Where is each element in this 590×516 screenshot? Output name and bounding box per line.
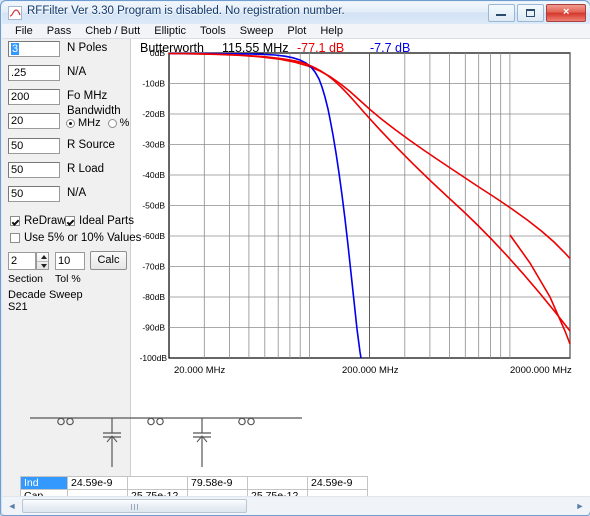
ripple-input[interactable]: .25: [8, 65, 60, 81]
bandwidth-percent-label: %: [119, 117, 130, 129]
svg-text:2000.000 MHz: 2000.000 MHz: [510, 365, 572, 376]
cell-value[interactable]: 24.59e-9: [67, 476, 128, 490]
client-area: 3 N Poles .25 N/A 200 Fo MHz 20 Bandwidt…: [2, 39, 590, 496]
ripple-label: N/A: [67, 66, 87, 78]
parameter-status: S21: [8, 301, 28, 313]
checkbox-icon: [10, 216, 20, 226]
extra-label: N/A: [67, 187, 87, 199]
menu-item-file[interactable]: File: [8, 25, 40, 38]
window-title: RFFilter Ver 3.30 Program is disabled. N…: [27, 5, 345, 17]
window-controls: ×: [488, 4, 586, 22]
chevron-down-icon: [41, 264, 47, 268]
scroll-right-icon[interactable]: ►: [573, 499, 587, 513]
fo-input[interactable]: 200: [8, 89, 60, 105]
svg-text:-100dB: -100dB: [140, 353, 168, 363]
section-input[interactable]: 2: [8, 252, 36, 270]
tolerance-input[interactable]: 10: [55, 252, 85, 270]
component-table[interactable]: Ind 24.59e-9 79.58e-9 24.59e-9 Cap 25.75…: [20, 476, 368, 496]
inductor-1-icon: [57, 417, 74, 426]
sweep-mode-status: Decade Sweep: [8, 289, 83, 301]
svg-text:-20dB: -20dB: [142, 109, 165, 119]
minimize-button[interactable]: [488, 4, 515, 22]
menu-item-cheb-butt[interactable]: Cheb / Butt: [78, 25, 147, 38]
redraw-label: ReDraw: [24, 215, 66, 227]
svg-text:-70dB: -70dB: [142, 262, 165, 272]
row-type-label: Ind: [20, 476, 68, 490]
close-button[interactable]: ×: [546, 4, 586, 22]
section-stepper[interactable]: [36, 252, 49, 270]
svg-text:20.000 MHz: 20.000 MHz: [174, 365, 225, 376]
bandwidth-input[interactable]: 20: [8, 113, 60, 129]
inductor-3-icon: [238, 417, 255, 426]
svg-text:0dB: 0dB: [150, 48, 165, 58]
cell-value[interactable]: [127, 476, 188, 490]
tolerance-caption: Tol %: [55, 273, 81, 285]
r-load-input[interactable]: 50: [8, 162, 60, 178]
use-tolerance-values-checkbox[interactable]: Use 5% or 10% Values: [10, 232, 141, 244]
scrollbar-grip-icon: [130, 504, 139, 510]
bandwidth-mhz-label: MHz: [78, 117, 101, 129]
horizontal-scrollbar[interactable]: ◄ ►: [2, 496, 590, 515]
minimize-icon: [496, 14, 506, 16]
menu-item-elliptic[interactable]: Elliptic: [147, 25, 193, 38]
title-bar: RFFilter Ver 3.30 Program is disabled. N…: [2, 2, 590, 24]
svg-text:200.000 MHz: 200.000 MHz: [342, 365, 399, 376]
bandwidth-label: Bandwidth: [67, 105, 121, 117]
menu-bar: File Pass Cheb / Butt Elliptic Tools Swe…: [2, 24, 590, 39]
cell-value[interactable]: [247, 476, 308, 490]
section-caption: Section: [8, 273, 44, 285]
menu-item-sweep[interactable]: Sweep: [233, 25, 281, 38]
section-stepper-up[interactable]: [37, 253, 48, 262]
fo-label: Fo MHz: [67, 90, 108, 102]
bandwidth-mhz-radio[interactable]: [66, 118, 75, 128]
r-load-label: R Load: [67, 163, 105, 175]
svg-text:-10dB: -10dB: [142, 79, 165, 89]
svg-text:-90dB: -90dB: [142, 323, 165, 333]
maximize-button[interactable]: [517, 4, 544, 22]
section-stepper-down[interactable]: [37, 262, 48, 270]
capacitor-1-icon: [103, 418, 121, 467]
filter-schematic[interactable]: [2, 409, 322, 471]
svg-text:-60dB: -60dB: [142, 231, 165, 241]
cell-value[interactable]: 24.59e-9: [307, 476, 368, 490]
close-icon: ×: [562, 6, 570, 18]
r-source-label: R Source: [67, 139, 115, 151]
n-poles-input[interactable]: 3: [8, 41, 60, 57]
app-icon: [8, 6, 22, 20]
checkbox-icon: [10, 233, 20, 243]
ideal-parts-label: Ideal Parts: [79, 215, 134, 227]
svg-text:-80dB: -80dB: [142, 292, 165, 302]
n-poles-label: N Poles: [67, 42, 108, 54]
extra-input[interactable]: 50: [8, 186, 60, 202]
r-source-input[interactable]: 50: [8, 138, 60, 154]
menu-item-help[interactable]: Help: [313, 25, 350, 38]
bandwidth-units-group: MHz %: [66, 117, 129, 129]
redraw-checkbox[interactable]: ReDraw: [10, 215, 66, 227]
calc-button[interactable]: Calc: [90, 251, 127, 270]
use-tolerance-values-label: Use 5% or 10% Values: [24, 232, 142, 244]
scroll-left-icon[interactable]: ◄: [5, 499, 19, 513]
menu-item-plot[interactable]: Plot: [280, 25, 313, 38]
application-window: RFFilter Ver 3.30 Program is disabled. N…: [0, 0, 590, 516]
n-poles-value: 3: [11, 43, 20, 55]
svg-text:-30dB: -30dB: [142, 140, 165, 150]
menu-item-pass[interactable]: Pass: [40, 25, 78, 38]
maximize-icon: [526, 9, 535, 17]
checkbox-icon: [65, 216, 75, 226]
ideal-parts-checkbox[interactable]: Ideal Parts: [65, 215, 134, 227]
menu-item-tools[interactable]: Tools: [193, 25, 233, 38]
scrollbar-thumb[interactable]: [22, 499, 247, 513]
table-row[interactable]: Ind 24.59e-9 79.58e-9 24.59e-9: [20, 476, 368, 490]
chevron-up-icon: [41, 255, 47, 259]
svg-text:-50dB: -50dB: [142, 201, 165, 211]
cell-value[interactable]: 79.58e-9: [187, 476, 248, 490]
capacitor-2-icon: [193, 418, 211, 467]
inductor-2-icon: [147, 417, 164, 426]
bandwidth-percent-radio[interactable]: [107, 118, 117, 128]
plot-canvas[interactable]: 0dB -10dB -20dB -30dB -40dB -50dB -60dB …: [130, 39, 590, 409]
svg-text:-40dB: -40dB: [142, 170, 165, 180]
